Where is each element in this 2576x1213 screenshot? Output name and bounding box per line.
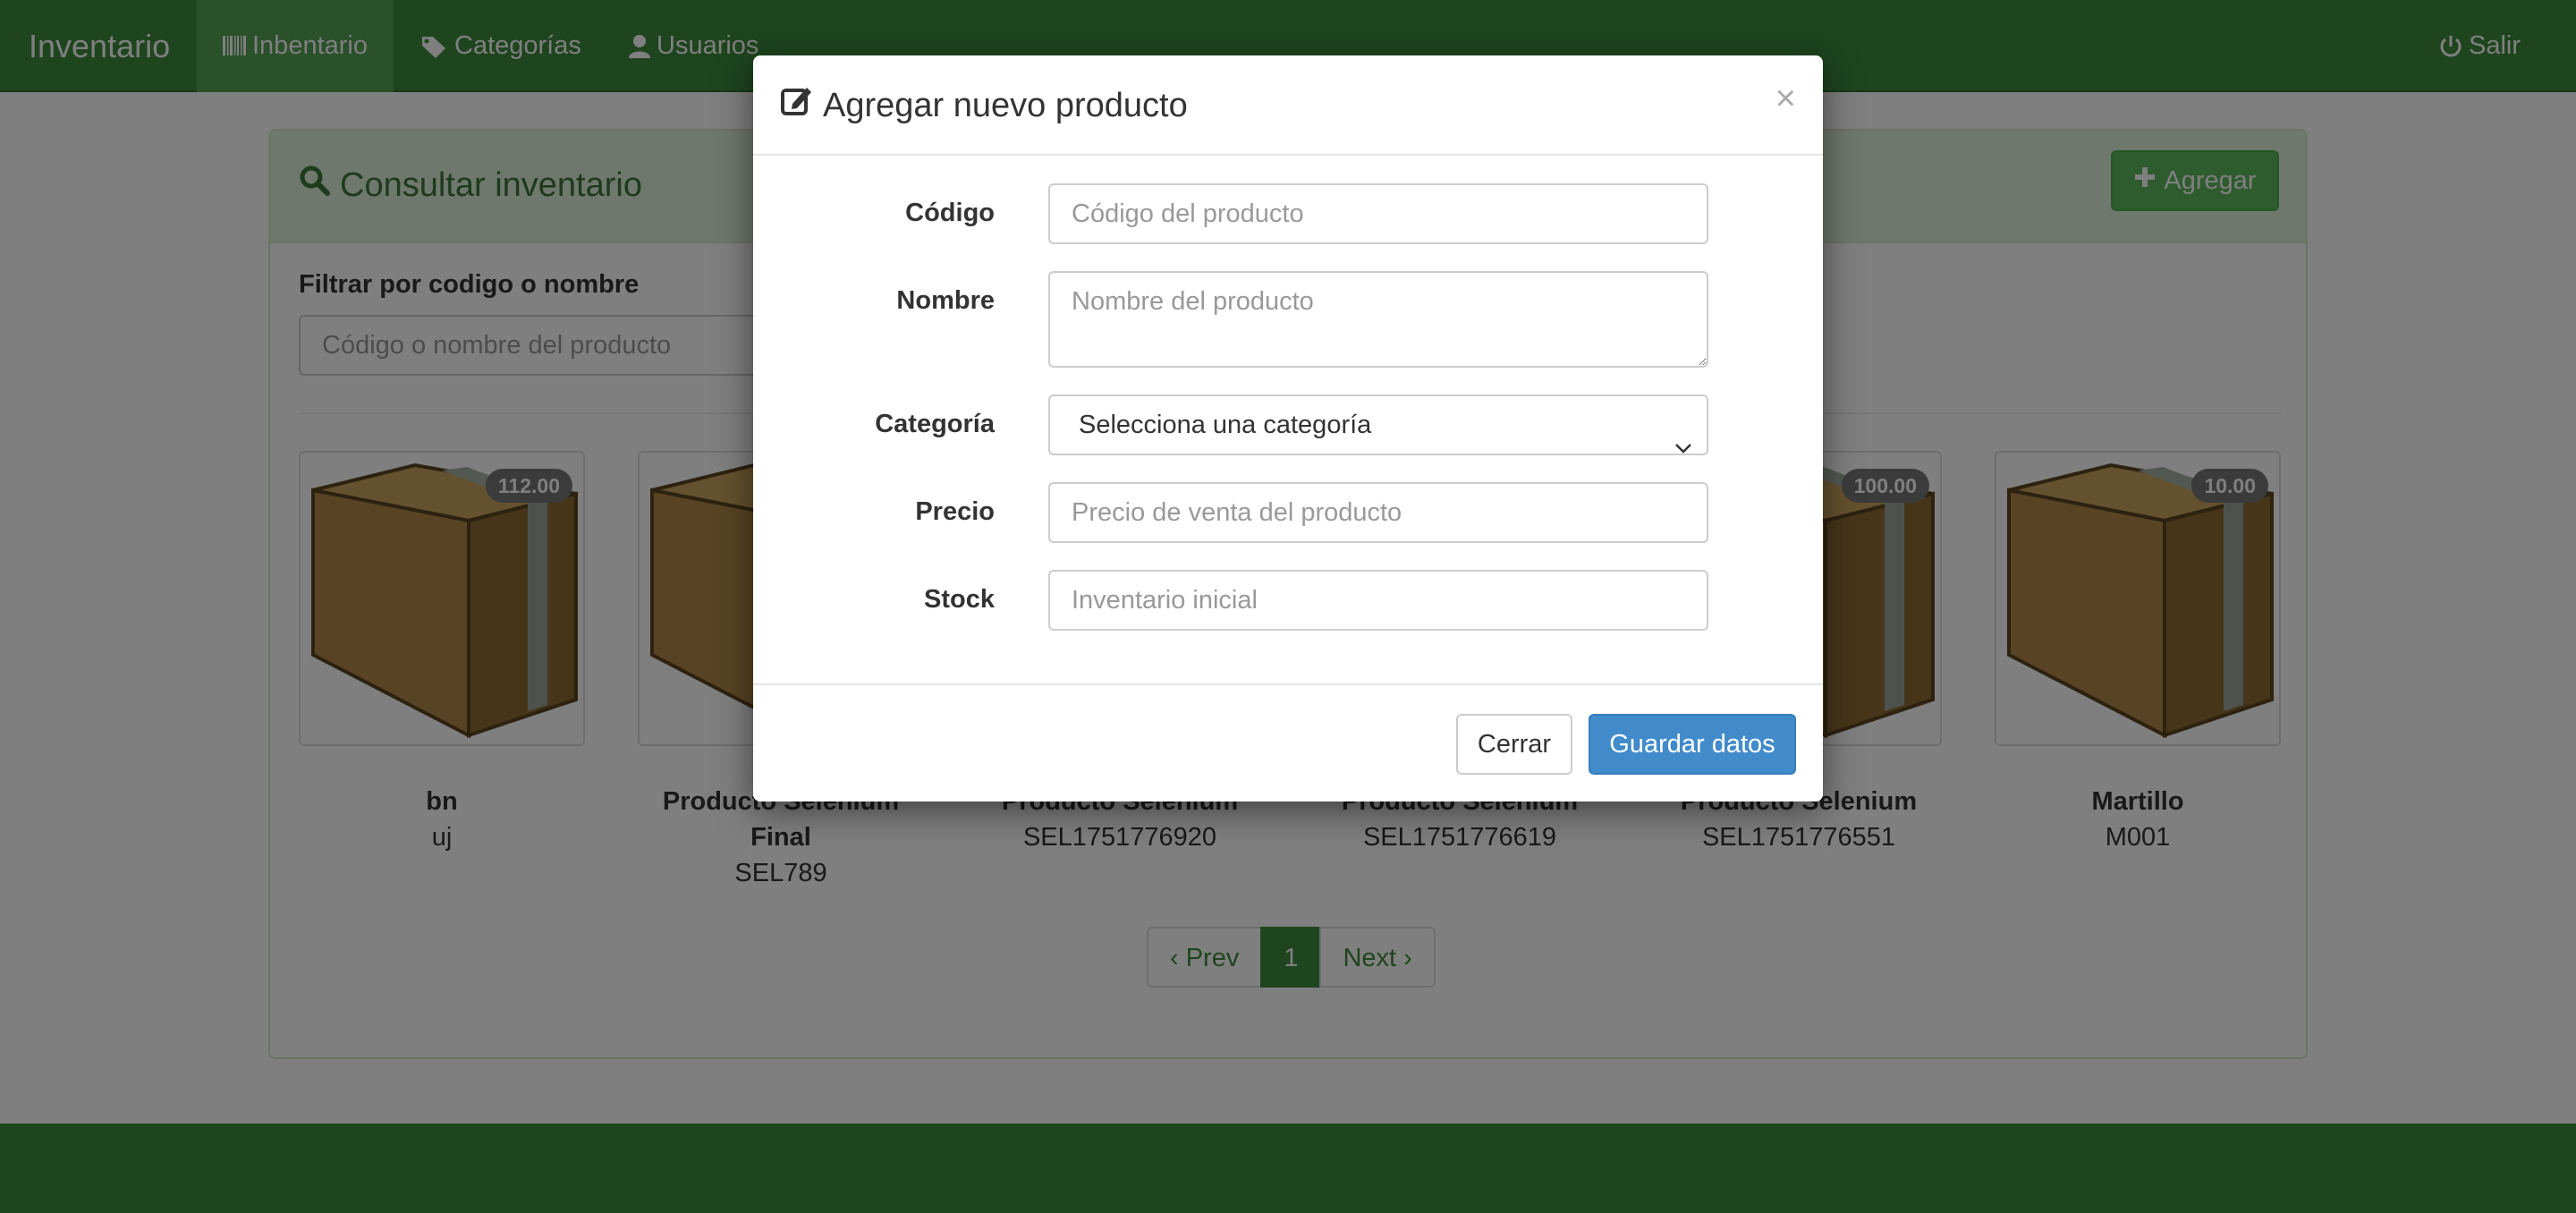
categoria-label: Categoría	[875, 410, 995, 438]
codigo-input[interactable]	[1048, 183, 1708, 244]
categoria-selected-value: Selecciona una categoría	[1079, 411, 1372, 439]
modal-header: Agregar nuevo producto ×	[753, 55, 1823, 156]
nombre-label: Nombre	[896, 286, 995, 315]
codigo-label: Código	[905, 199, 995, 227]
modal-title-text: Agregar nuevo producto	[823, 86, 1188, 124]
stock-label: Stock	[924, 585, 995, 614]
categoria-select[interactable]: Selecciona una categoría	[1048, 394, 1708, 455]
close-icon[interactable]: ×	[1775, 81, 1796, 116]
nombre-textarea[interactable]	[1048, 271, 1708, 368]
modal-title: Agregar nuevo producto	[780, 84, 1188, 127]
chevron-down-icon	[1674, 418, 1692, 475]
stock-input[interactable]	[1048, 570, 1708, 631]
modal-footer: Cerrar Guardar datos	[753, 683, 1823, 802]
close-button[interactable]: Cerrar	[1456, 714, 1572, 775]
precio-input[interactable]	[1048, 482, 1708, 543]
precio-label: Precio	[915, 497, 995, 526]
add-product-modal: Agregar nuevo producto × Código Nombre C…	[753, 55, 1823, 802]
save-button[interactable]: Guardar datos	[1589, 714, 1796, 775]
edit-icon	[780, 84, 814, 127]
